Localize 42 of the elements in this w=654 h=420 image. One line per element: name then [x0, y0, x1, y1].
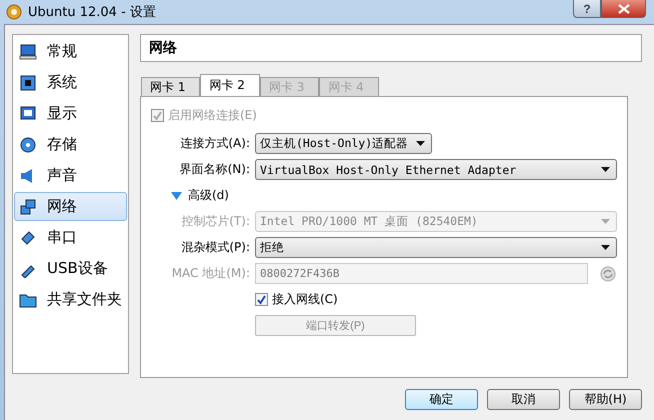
tab[interactable]: 网卡 1 — [141, 77, 200, 96]
caret-icon — [601, 219, 610, 224]
triangle-icon — [171, 192, 182, 200]
dropdown[interactable]: 拒绝 — [255, 237, 617, 258]
dropdown[interactable]: 仅主机(Host-Only)适配器 — [255, 133, 432, 154]
advanced-toggle[interactable]: 高级(d) — [151, 185, 617, 206]
field-label: 界面名称(N): — [178, 161, 250, 178]
sidebar-item[interactable]: 串口 — [14, 223, 127, 252]
sidebar-item[interactable]: 声音 — [14, 161, 127, 190]
dialog-button[interactable]: 确定 — [405, 389, 478, 410]
chip-icon — [19, 74, 37, 92]
disk-icon — [19, 136, 37, 154]
sidebar-item[interactable]: 显示 — [14, 99, 127, 128]
close-icon — [618, 4, 630, 14]
dropdown[interactable]: VirtualBox Host-Only Ethernet Adapter — [255, 159, 617, 180]
checkmark-icon — [256, 294, 267, 305]
sidebar-item[interactable]: 网络 — [14, 192, 127, 221]
help-button[interactable]: ? — [573, 0, 601, 18]
field-label: 控制芯片(T): — [180, 213, 250, 230]
refresh-icon[interactable] — [599, 264, 617, 282]
sidebar-item[interactable]: 常规 — [14, 37, 127, 66]
window-title: Ubuntu 12.04 - 设置 — [28, 4, 156, 21]
caret-icon — [416, 141, 426, 146]
caret-icon — [601, 245, 610, 250]
field-label: 连接方式(A): — [179, 135, 250, 152]
field-label: 混杂模式(P): — [180, 239, 250, 256]
caret-icon — [601, 167, 610, 172]
dialog-button[interactable]: 取消 — [487, 389, 560, 410]
display-icon — [19, 104, 37, 122]
network-icon — [19, 198, 37, 216]
page-header: 网络 — [140, 34, 642, 62]
sidebar-item[interactable]: 存储 — [14, 130, 127, 159]
close-button[interactable] — [601, 0, 646, 18]
checkbox[interactable]: 接入网线(C) — [255, 291, 338, 308]
sidebar-item[interactable]: USB设备 — [14, 254, 127, 283]
field-label: MAC 地址(M): — [170, 265, 250, 282]
sidebar-item[interactable]: 系统 — [14, 68, 127, 97]
dialog-button[interactable]: 帮助(H) — [569, 389, 642, 410]
checkmark-icon — [152, 110, 163, 121]
tab[interactable]: 网卡 2 — [200, 74, 260, 96]
sidebar-item[interactable]: 共享文件夹 — [14, 285, 127, 314]
monitor-icon — [19, 42, 37, 60]
